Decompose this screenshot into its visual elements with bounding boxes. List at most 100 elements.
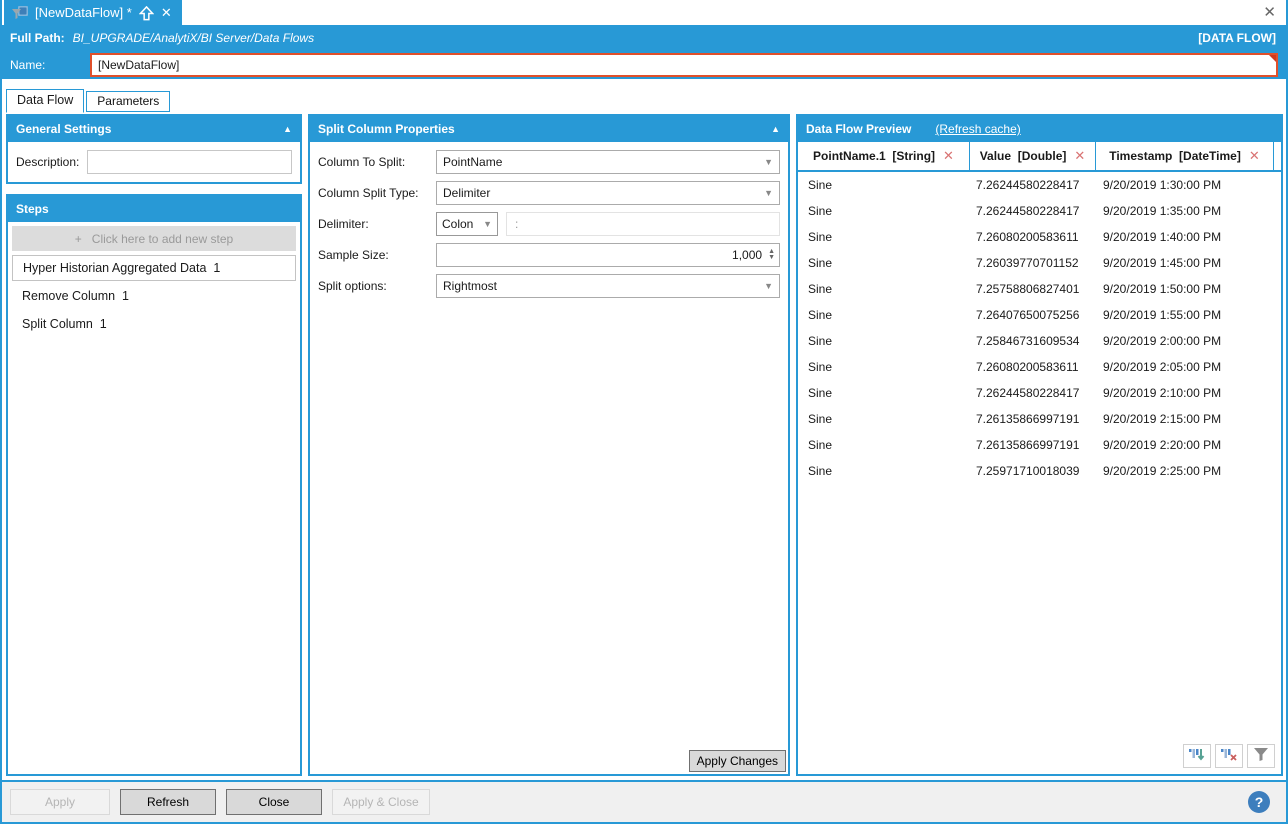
full-path-bar: Full Path: BI_UPGRADE/AnalytiX/BI Server… [2, 25, 1286, 51]
close-button[interactable]: Close [226, 789, 322, 815]
general-settings-body: Description: [8, 142, 300, 182]
split-options-value: Rightmost [443, 279, 497, 293]
table-cell: 7.26080200583611 [970, 360, 1096, 374]
table-row[interactable]: Sine7.257588068274019/20/2019 1:50:00 PM [798, 276, 1281, 302]
spinner-up-down-icon[interactable]: ▲▼ [768, 249, 775, 261]
window-close-icon[interactable]: ✕ [1263, 5, 1276, 20]
table-row[interactable]: Sine7.262445802284179/20/2019 1:30:00 PM [798, 172, 1281, 198]
table-cell: 7.26244580228417 [970, 204, 1096, 218]
table-cell: Sine [798, 464, 970, 478]
column-header-label: Timestamp [DateTime] [1109, 149, 1241, 163]
table-row[interactable]: Sine7.260397707011529/20/2019 1:45:00 PM [798, 250, 1281, 276]
preview-toolbar [1183, 744, 1275, 768]
table-row[interactable]: Sine7.260802005836119/20/2019 1:40:00 PM [798, 224, 1281, 250]
filter-remove-button[interactable] [1215, 744, 1243, 768]
table-cell: 9/20/2019 1:45:00 PM [1096, 256, 1274, 270]
refresh-button[interactable]: Refresh [120, 789, 216, 815]
split-options-select[interactable]: Rightmost ▼ [436, 274, 780, 298]
table-cell: 7.26407650075256 [970, 308, 1096, 322]
table-cell: Sine [798, 386, 970, 400]
tab-parameters[interactable]: Parameters [86, 91, 170, 112]
page-tabstrip: Data Flow Parameters [2, 89, 1286, 112]
table-row[interactable]: Sine7.260802005836119/20/2019 2:05:00 PM [798, 354, 1281, 380]
split-properties-header: Split Column Properties ▲ [310, 116, 788, 142]
split-properties-form: Column To Split: PointName ▼ Column Spli… [310, 142, 788, 306]
name-input[interactable] [90, 53, 1278, 77]
column-header-label: Value [Double] [980, 149, 1067, 163]
table-cell: 7.26135866997191 [970, 412, 1096, 426]
table-row[interactable]: Sine7.262445802284179/20/2019 1:35:00 PM [798, 198, 1281, 224]
collapse-icon[interactable]: ▲ [771, 124, 780, 134]
column-to-split-select[interactable]: PointName ▼ [436, 150, 780, 174]
table-row[interactable]: Sine7.264076500752569/20/2019 1:55:00 PM [798, 302, 1281, 328]
steps-panel: Steps + Click here to add new step Hyper… [6, 194, 302, 776]
delimiter-char-field: : [506, 212, 780, 236]
chevron-down-icon: ▼ [764, 188, 773, 198]
funnel-icon [1253, 747, 1269, 765]
table-row[interactable]: Sine7.261358669971919/20/2019 2:20:00 PM [798, 432, 1281, 458]
table-cell: 9/20/2019 2:00:00 PM [1096, 334, 1274, 348]
tab-close-icon[interactable]: ✕ [161, 6, 172, 19]
table-row[interactable]: Sine7.262445802284179/20/2019 2:10:00 PM [798, 380, 1281, 406]
table-cell: 9/20/2019 2:05:00 PM [1096, 360, 1274, 374]
description-label: Description: [16, 155, 79, 169]
remove-column-icon[interactable]: ✕ [943, 148, 954, 164]
step-item[interactable]: Hyper Historian Aggregated Data 1 [12, 255, 296, 281]
split-options-label: Split options: [318, 279, 436, 293]
table-cell: 9/20/2019 1:40:00 PM [1096, 230, 1274, 244]
preview-column-header[interactable]: Timestamp [DateTime] ✕ [1096, 142, 1274, 170]
steps-list: Hyper Historian Aggregated Data 1Remove … [8, 253, 300, 339]
table-row[interactable]: Sine7.258467316095349/20/2019 2:00:00 PM [798, 328, 1281, 354]
preview-table-header: PointName.1 [String]✕Value [Double]✕Time… [798, 142, 1281, 172]
column-header-label: PointName.1 [String] [813, 149, 935, 163]
document-tab[interactable]: [NewDataFlow] * ✕ [4, 0, 182, 25]
help-button[interactable]: ? [1248, 791, 1270, 813]
collapse-icon[interactable]: ▲ [283, 124, 292, 134]
column-split-type-value: Delimiter [443, 186, 490, 200]
remove-column-icon[interactable]: ✕ [1249, 148, 1260, 164]
table-cell: 9/20/2019 1:50:00 PM [1096, 282, 1274, 296]
general-settings-panel: General Settings ▲ Description: [6, 114, 302, 184]
table-cell: 9/20/2019 2:20:00 PM [1096, 438, 1274, 452]
split-properties-title: Split Column Properties [318, 122, 455, 136]
app-window: [NewDataFlow] * ✕ ✕ Full Path: BI_UPGRAD… [0, 0, 1288, 824]
step-item[interactable]: Split Column 1 [12, 311, 296, 337]
table-row[interactable]: Sine7.261358669971919/20/2019 2:15:00 PM [798, 406, 1281, 432]
table-cell: 7.26080200583611 [970, 230, 1096, 244]
sample-size-input[interactable]: 1,000 ▲▼ [436, 243, 780, 267]
right-column: Data Flow Preview (Refresh cache) PointN… [796, 114, 1283, 776]
filter-button[interactable] [1247, 744, 1275, 768]
sample-size-row: Sample Size: 1,000 ▲▼ [318, 243, 780, 267]
table-cell: 9/20/2019 1:30:00 PM [1096, 178, 1274, 192]
tab-data-flow[interactable]: Data Flow [6, 89, 84, 113]
column-to-split-label: Column To Split: [318, 155, 436, 169]
split-column-properties-panel: Split Column Properties ▲ Column To Spli… [308, 114, 790, 776]
table-cell: Sine [798, 412, 970, 426]
filter-add-button[interactable] [1183, 744, 1211, 768]
apply-and-close-button[interactable]: Apply & Close [332, 789, 430, 815]
add-step-button[interactable]: + Click here to add new step [12, 226, 296, 251]
preview-column-header[interactable]: Value [Double] ✕ [970, 142, 1096, 170]
apply-button[interactable]: Apply [10, 789, 110, 815]
table-cell: Sine [798, 308, 970, 322]
column-to-split-row: Column To Split: PointName ▼ [318, 150, 780, 174]
dataflow-icon [12, 6, 28, 20]
preview-header: Data Flow Preview (Refresh cache) [798, 116, 1281, 142]
step-item[interactable]: Remove Column 1 [12, 283, 296, 309]
name-input-wrap [90, 53, 1278, 77]
table-row[interactable]: Sine7.259717100180399/20/2019 2:25:00 PM [798, 458, 1281, 484]
apply-changes-button[interactable]: Apply Changes [689, 750, 786, 772]
remove-column-icon[interactable]: ✕ [1074, 148, 1085, 164]
chevron-down-icon: ▼ [764, 157, 773, 167]
preview-column-header[interactable]: PointName.1 [String] ✕ [798, 142, 970, 170]
delimiter-kind-select[interactable]: Colon ▼ [436, 212, 498, 236]
data-flow-preview-panel: Data Flow Preview (Refresh cache) PointN… [796, 114, 1283, 776]
refresh-cache-link[interactable]: (Refresh cache) [935, 122, 1020, 136]
description-input[interactable] [87, 150, 292, 174]
sample-size-label: Sample Size: [318, 248, 436, 262]
table-cell: 7.25846731609534 [970, 334, 1096, 348]
up-arrow-icon[interactable] [139, 6, 154, 20]
column-split-type-select[interactable]: Delimiter ▼ [436, 181, 780, 205]
table-cell: Sine [798, 282, 970, 296]
table-cell: 7.26244580228417 [970, 178, 1096, 192]
